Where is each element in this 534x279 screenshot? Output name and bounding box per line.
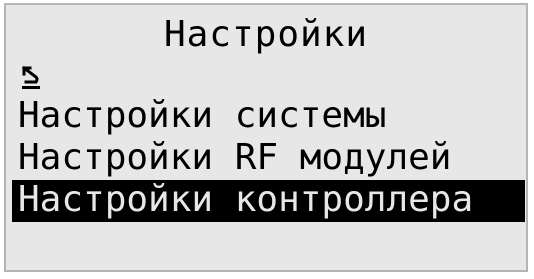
back-arrow-icon [20,65,42,91]
menu-item-system-settings[interactable]: Настройки системы [12,96,526,138]
lcd-display: Настройки Настройки системы Настройки RF… [4,3,528,272]
back-button[interactable] [20,65,42,91]
menu-item-label: Настройки контроллера [18,179,474,220]
menu-item-label: Настройки RF модулей [18,137,452,178]
settings-menu: Настройки системы Настройки RF модулей Н… [12,96,526,222]
menu-item-label: Настройки системы [18,95,387,136]
menu-item-rf-modules-settings[interactable]: Настройки RF модулей [12,138,526,180]
page-title: Настройки [163,14,369,55]
menu-item-controller-settings[interactable]: Настройки контроллера [12,180,525,222]
device-screen: Настройки Настройки системы Настройки RF… [0,0,534,279]
